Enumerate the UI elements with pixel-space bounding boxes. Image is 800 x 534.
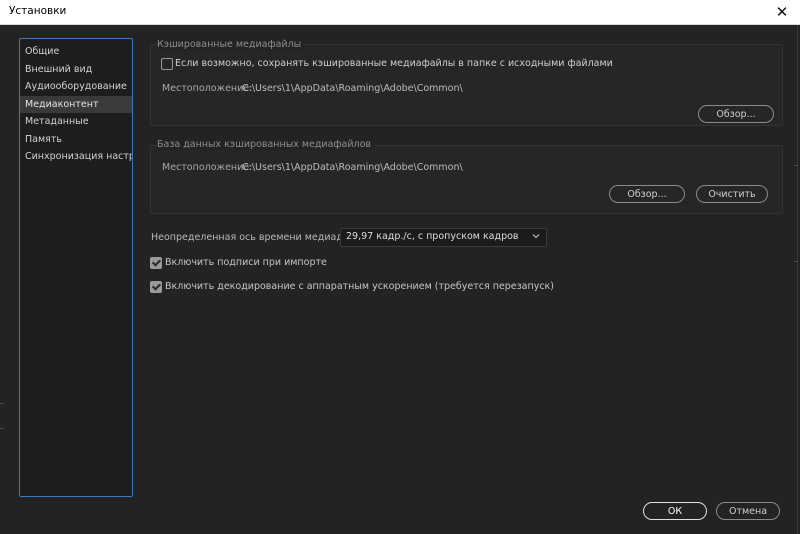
sidebar-item-memory[interactable]: Память [20,131,132,149]
timebase-select[interactable]: 29,97 кадр./с, с пропуском кадров [340,228,547,247]
sidebar-item-appearance[interactable]: Внешний вид [20,61,132,79]
preferences-dialog: Общие Внешний вид Аудиооборудование Меди… [0,25,798,534]
title-bar: Установки ✕ [0,0,800,25]
hw-decoding-checkbox[interactable] [150,281,162,293]
sidebar-item-media[interactable]: Медиаконтент [20,95,132,113]
cache-db-location-value: C:\Users\1\AppData\Roaming\Adobe\Common\ [242,162,463,173]
cache-db-group [150,145,783,214]
cancel-button[interactable]: Отмена [716,502,780,520]
cache-db-location-label: Местоположение: [162,162,253,173]
cached-media-group-label: Кэшированные медиафайлы [157,39,306,50]
chevron-down-icon [532,234,540,239]
timebase-select-value: 29,97 кадр./с, с пропуском кадров [346,231,519,242]
save-next-to-originals-checkbox[interactable] [161,58,173,70]
save-next-to-originals-label: Если возможно, сохранять кэшированные ме… [175,58,613,69]
ok-button[interactable]: ОК [643,502,707,520]
left-edge-mark [0,428,4,429]
edge-mark [794,261,797,262]
cache-db-group-label: База данных кэшированных медиафайлов [157,139,376,150]
sidebar-item-general[interactable]: Общие [20,43,132,61]
hw-decoding-label: Включить декодирование с аппаратным уско… [165,281,554,292]
sidebar-item-audio-hardware[interactable]: Аудиооборудование [20,78,132,96]
edge-mark [794,165,797,166]
cached-media-browse-button[interactable]: Обзор... [698,105,774,123]
cache-db-clean-button[interactable]: Очистить [696,185,768,203]
cache-db-browse-button[interactable]: Обзор... [609,185,685,203]
sidebar-item-sync-settings[interactable]: Синхронизация настроек [20,148,132,166]
captions-label: Включить подписи при импорте [165,257,327,268]
cached-media-location-value: C:\Users\1\AppData\Roaming\Adobe\Common\ [242,83,463,94]
window-title: Установки [9,5,67,17]
sidebar-item-metadata[interactable]: Метаданные [20,113,132,131]
sidebar: Общие Внешний вид Аудиооборудование Меди… [19,38,133,497]
captions-checkbox[interactable] [150,257,162,269]
left-edge-mark [0,403,4,404]
close-icon[interactable]: ✕ [772,2,792,22]
cached-media-location-label: Местоположение: [162,83,253,94]
